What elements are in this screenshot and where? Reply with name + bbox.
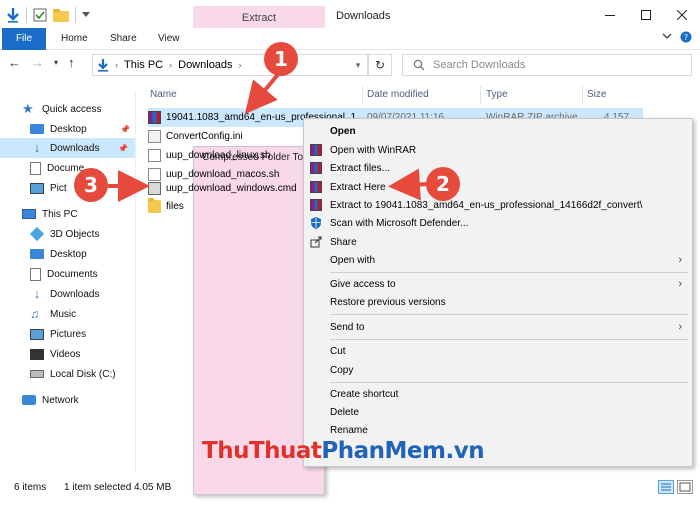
annotation-badge-3: 3 — [74, 168, 108, 202]
watermark-part: .vn — [445, 438, 485, 464]
watermark-part: Thu — [202, 438, 249, 464]
annotation-badge-1: 1 — [264, 42, 298, 76]
watermark-part: PhanMem — [321, 438, 446, 464]
watermark-logo: ThuThuatPhanMem.vn — [202, 438, 485, 464]
annotation-arrows — [108, 70, 429, 202]
annotation-arrow-1 — [244, 70, 282, 115]
annotation-arrow-2 — [388, 168, 429, 201]
annotation-badge-2: 2 — [426, 167, 460, 201]
watermark-part: Thuat — [248, 438, 322, 464]
